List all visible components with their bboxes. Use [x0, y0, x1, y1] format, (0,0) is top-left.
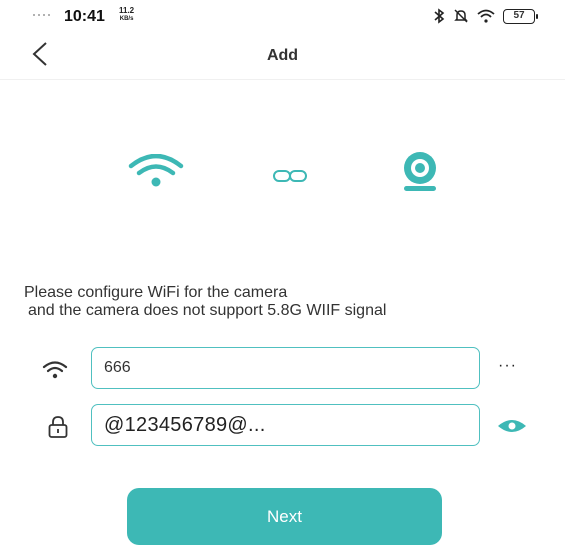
net-speed: 11.2 KB/s — [119, 7, 134, 23]
mute-icon — [454, 9, 468, 23]
status-icons: 57 — [433, 8, 538, 24]
show-password-icon[interactable] — [497, 418, 527, 434]
link-icon — [273, 170, 307, 182]
wifi-password-value: @123456789@... — [104, 413, 266, 436]
wifi-icon — [128, 154, 184, 187]
page-title: Add — [266, 47, 299, 64]
wifi-ssid-input[interactable]: 666 — [91, 347, 480, 389]
camera-icon — [404, 152, 436, 191]
net-speed-unit: KB/s — [119, 16, 134, 22]
more-options-button[interactable]: ··· — [498, 357, 517, 375]
bluetooth-icon — [434, 8, 445, 24]
net-speed-value: 11.2 — [119, 6, 135, 15]
signal-icon — [33, 14, 50, 16]
instruction-text: Please configure WiFi for the camera and… — [24, 284, 554, 320]
wifi-password-input[interactable]: @123456789@... — [91, 404, 480, 446]
battery-icon: 57 — [503, 8, 538, 24]
wifi-icon — [42, 361, 68, 379]
header: Add — [0, 34, 565, 80]
next-button[interactable]: Next — [127, 488, 442, 545]
wifi-icon — [477, 9, 495, 23]
instruction-line-2: and the camera does not support 5.8G WII… — [28, 302, 387, 319]
clock: 10:41 — [64, 8, 105, 25]
wifi-ssid-value: 666 — [104, 359, 131, 376]
status-bar: 10:41 11.2 KB/s 57 — [0, 0, 565, 34]
lock-icon — [48, 416, 68, 438]
instruction-line-1: Please configure WiFi for the camera — [24, 284, 288, 301]
